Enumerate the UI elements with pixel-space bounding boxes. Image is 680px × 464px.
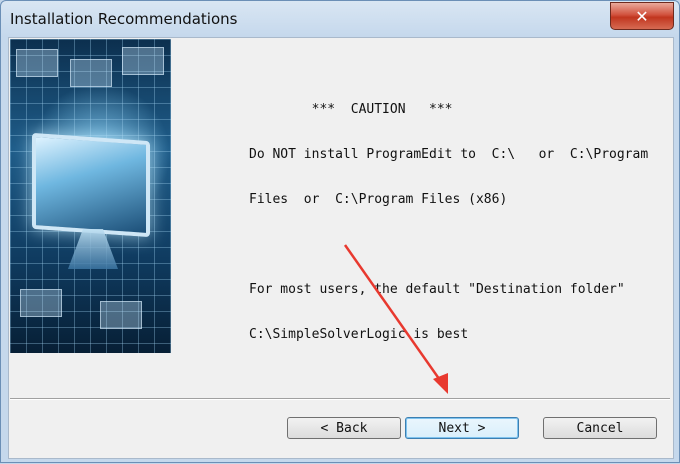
message-line: Do NOT install ProgramEdit to C:\ or C:\…	[249, 147, 649, 162]
window-title: Installation Recommendations	[10, 10, 238, 28]
message-line	[249, 237, 659, 252]
dialog-client-area: *** CAUTION *** Do NOT install ProgramEd…	[8, 37, 674, 459]
installer-window: Installation Recommendations ✕ *** CAUTI…	[0, 0, 680, 463]
caution-message: *** CAUTION *** Do NOT install ProgramEd…	[249, 72, 659, 372]
message-line: C:\SimpleSolverLogic is best	[249, 327, 469, 342]
floating-panel	[122, 47, 164, 75]
floating-panel	[20, 289, 62, 317]
close-button[interactable]: ✕	[610, 2, 674, 30]
computer-monitor-graphic	[32, 132, 150, 238]
next-button[interactable]: Next >	[405, 417, 519, 439]
close-icon: ✕	[635, 6, 649, 26]
floating-panel	[70, 59, 112, 87]
floating-panel	[16, 49, 58, 77]
cancel-button[interactable]: Cancel	[543, 417, 657, 439]
message-line: For most users, the default "Destination…	[249, 282, 625, 297]
message-line: Files or C:\Program Files (x86)	[249, 192, 508, 207]
separator-line	[10, 398, 670, 400]
back-button[interactable]: < Back	[287, 417, 401, 439]
installer-side-image	[10, 39, 171, 353]
floating-panel	[100, 301, 142, 329]
caution-heading: *** CAUTION ***	[249, 102, 453, 117]
